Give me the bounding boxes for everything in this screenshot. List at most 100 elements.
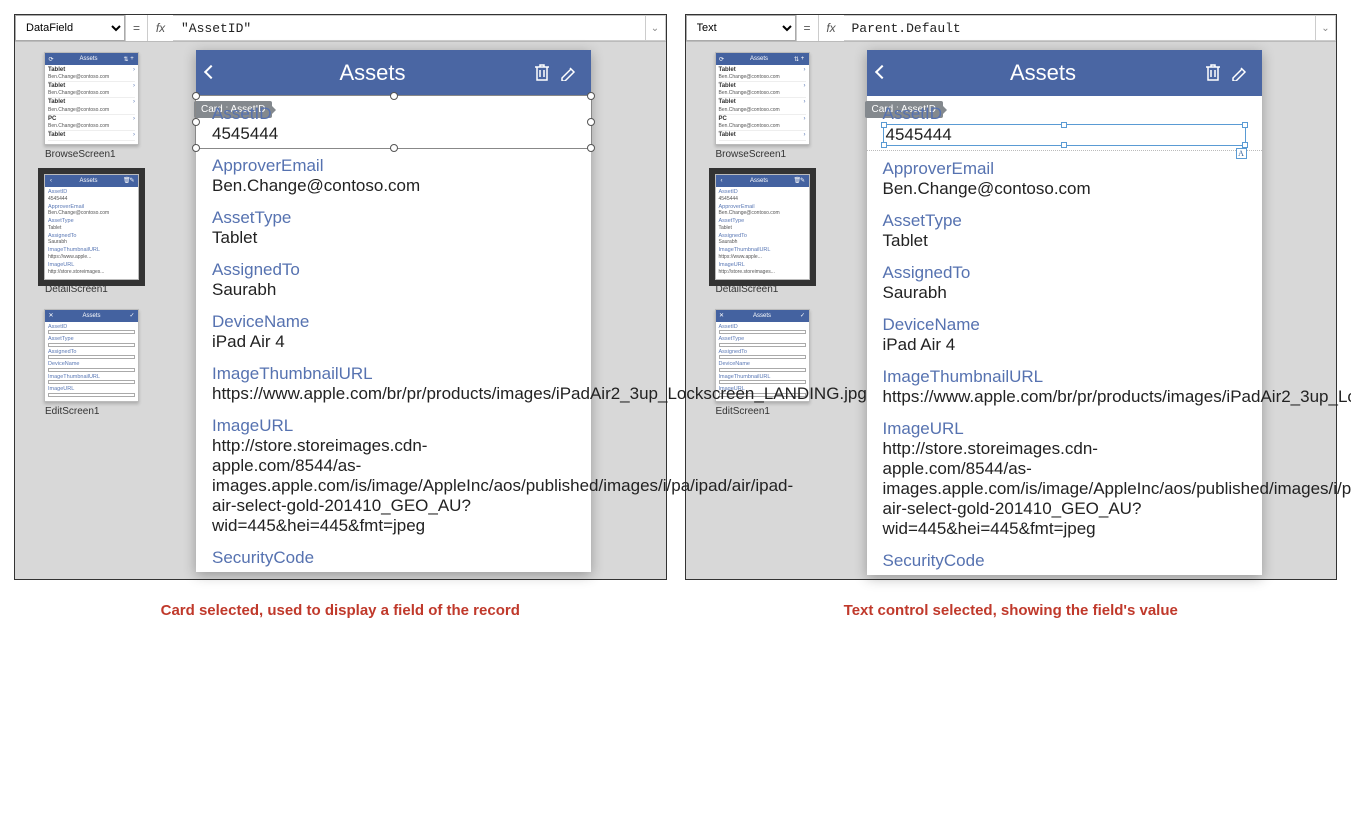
card-devicename[interactable]: DeviceNameiPad Air 4 xyxy=(867,307,1262,359)
card-securitycode[interactable]: SecurityCode xyxy=(196,540,591,572)
card-devicename[interactable]: DeviceNameiPad Air 4 xyxy=(196,304,591,356)
field-value[interactable]: http://store.storeimages.cdn-apple.com/8… xyxy=(212,436,575,536)
field-label: AssignedTo xyxy=(883,263,1246,283)
back-icon[interactable] xyxy=(877,66,887,80)
phone-preview: Assets Card : AssetID AssetID4545444Appr… xyxy=(196,50,591,572)
thumb-label: BrowseScreen1 xyxy=(716,149,831,160)
field-label: AssetType xyxy=(883,211,1246,231)
plus-icon: + xyxy=(800,56,806,62)
app-title: Assets xyxy=(887,60,1200,86)
caption-left: Card selected, used to display a field o… xyxy=(14,594,667,619)
field-label: ImageURL xyxy=(883,419,1246,439)
thumb-title: Assets xyxy=(725,178,794,184)
field-value[interactable]: Saurabh xyxy=(883,283,1246,303)
edit-icon[interactable] xyxy=(1226,63,1252,84)
card-approveremail[interactable]: ApproverEmailBen.Change@contoso.com xyxy=(867,151,1262,203)
screens-sidebar: ⟳Assets⇅+ Tablet›Ben.Change@contoso.comT… xyxy=(19,46,164,575)
thumb-title: Assets xyxy=(54,313,129,319)
fx-label: fx xyxy=(818,15,844,41)
design-canvas[interactable]: Assets Card : AssetID AssetID4545444AApp… xyxy=(835,46,1333,575)
field-label: AssetID xyxy=(212,104,575,124)
field-label: DeviceName xyxy=(883,315,1246,335)
screens-sidebar: ⟳Assets⇅+ Tablet›Ben.Change@contoso.comT… xyxy=(690,46,835,575)
formula-input[interactable] xyxy=(173,15,646,41)
field-value[interactable]: Saurabh xyxy=(212,280,575,300)
field-value[interactable]: Tablet xyxy=(212,228,575,248)
thumb-browse-screen[interactable]: ⟳Assets⇅+ Tablet›Ben.Change@contoso.comT… xyxy=(694,52,831,160)
card-assettype[interactable]: AssetTypeTablet xyxy=(867,203,1262,255)
fx-label: fx xyxy=(147,15,173,41)
card-securitycode[interactable]: SecurityCode xyxy=(867,543,1262,575)
thumb-label: BrowseScreen1 xyxy=(45,149,160,160)
caption-right: Text control selected, showing the field… xyxy=(685,594,1338,619)
field-label: SecurityCode xyxy=(883,551,1246,571)
field-label: AssetType xyxy=(212,208,575,228)
field-value[interactable]: https://www.apple.com/br/pr/products/ima… xyxy=(212,384,575,404)
equals-sign: = xyxy=(125,15,147,41)
property-select[interactable]: Text xyxy=(686,15,796,41)
check-icon: ✓ xyxy=(129,312,135,319)
trash-icon[interactable] xyxy=(529,62,555,85)
trash-icon[interactable] xyxy=(1200,62,1226,85)
field-value[interactable]: http://store.storeimages.cdn-apple.com/8… xyxy=(883,439,1246,539)
field-value[interactable]: 4545444A xyxy=(883,124,1246,146)
card-imagethumbnailurl[interactable]: ImageThumbnailURLhttps://www.apple.com/b… xyxy=(196,356,591,408)
field-label: ApproverEmail xyxy=(883,159,1246,179)
thumb-title: Assets xyxy=(725,313,800,319)
formula-bar: DataField = fx ⌄ xyxy=(15,15,666,42)
card-assignedto[interactable]: AssignedToSaurabh xyxy=(196,252,591,304)
check-icon: ✓ xyxy=(800,312,806,319)
card-assignedto[interactable]: AssignedToSaurabh xyxy=(867,255,1262,307)
card-imageurl[interactable]: ImageURLhttp://store.storeimages.cdn-app… xyxy=(867,411,1262,543)
property-select[interactable]: DataField xyxy=(15,15,125,41)
field-value[interactable]: https://www.apple.com/br/pr/products/ima… xyxy=(883,387,1246,407)
phone-preview: Assets Card : AssetID AssetID4545444AApp… xyxy=(867,50,1262,575)
edit-icon[interactable] xyxy=(555,63,581,84)
field-value[interactable]: iPad Air 4 xyxy=(883,335,1246,355)
card-imageurl[interactable]: ImageURLhttp://store.storeimages.cdn-app… xyxy=(196,408,591,540)
editor-panel-text-selected: Text = fx ⌄ ⟳Assets⇅+ Tablet›Ben.Change@… xyxy=(685,14,1338,580)
field-label: ApproverEmail xyxy=(212,156,575,176)
card-assetid[interactable]: AssetID4545444A xyxy=(867,96,1262,151)
field-label: DeviceName xyxy=(212,312,575,332)
field-value[interactable]: iPad Air 4 xyxy=(212,332,575,352)
edit-icon: ✎ xyxy=(129,177,135,184)
equals-sign: = xyxy=(796,15,818,41)
thumb-browse-screen[interactable]: ⟳Assets⇅+ Tablet›Ben.Change@contoso.comT… xyxy=(23,52,160,160)
field-value[interactable]: Ben.Change@contoso.com xyxy=(883,179,1246,199)
card-imagethumbnailurl[interactable]: ImageThumbnailURLhttps://www.apple.com/b… xyxy=(867,359,1262,411)
card-approveremail[interactable]: ApproverEmailBen.Change@contoso.com xyxy=(196,148,591,200)
thumb-label: DetailScreen1 xyxy=(716,284,831,295)
field-value[interactable]: Ben.Change@contoso.com xyxy=(212,176,575,196)
thumb-label: EditScreen1 xyxy=(716,406,831,417)
card-assettype[interactable]: AssetTypeTablet xyxy=(196,200,591,252)
thumb-detail-screen[interactable]: ‹Assets🗑✎ AssetID4545444ApproverEmailBen… xyxy=(694,174,831,295)
formula-expand-icon[interactable]: ⌄ xyxy=(646,15,666,41)
field-label: SecurityCode xyxy=(212,548,575,568)
app-header: Assets xyxy=(196,50,591,96)
plus-icon: + xyxy=(129,56,135,62)
thumb-edit-screen[interactable]: ✕Assets✓ AssetIDAssetTypeAssignedToDevic… xyxy=(23,309,160,418)
thumb-label: DetailScreen1 xyxy=(45,284,160,295)
app-title: Assets xyxy=(216,60,529,86)
formula-expand-icon[interactable]: ⌄ xyxy=(1316,15,1336,41)
edit-icon: ✎ xyxy=(800,177,806,184)
thumb-title: Assets xyxy=(725,56,794,62)
app-header: Assets xyxy=(867,50,1262,96)
field-value[interactable]: Tablet xyxy=(883,231,1246,251)
thumb-title: Assets xyxy=(54,178,123,184)
field-label: ImageThumbnailURL xyxy=(212,364,575,384)
card-assetid[interactable]: AssetID4545444 xyxy=(196,96,591,148)
field-label: AssignedTo xyxy=(212,260,575,280)
formula-bar: Text = fx ⌄ xyxy=(686,15,1337,42)
back-icon[interactable] xyxy=(206,66,216,80)
editor-panel-card-selected: DataField = fx ⌄ ⟳Assets⇅+ Tablet›Ben.Ch… xyxy=(14,14,667,580)
thumb-title: Assets xyxy=(54,56,123,62)
formula-input[interactable] xyxy=(844,15,1317,41)
thumb-detail-screen[interactable]: ‹Assets🗑✎ AssetID4545444ApproverEmailBen… xyxy=(23,174,160,295)
design-canvas[interactable]: Assets Card : AssetID AssetID4545444Appr… xyxy=(164,46,662,575)
field-label: ImageThumbnailURL xyxy=(883,367,1246,387)
thumb-label: EditScreen1 xyxy=(45,406,160,417)
field-value[interactable]: 4545444 xyxy=(212,124,575,144)
field-label: AssetID xyxy=(883,104,1246,124)
